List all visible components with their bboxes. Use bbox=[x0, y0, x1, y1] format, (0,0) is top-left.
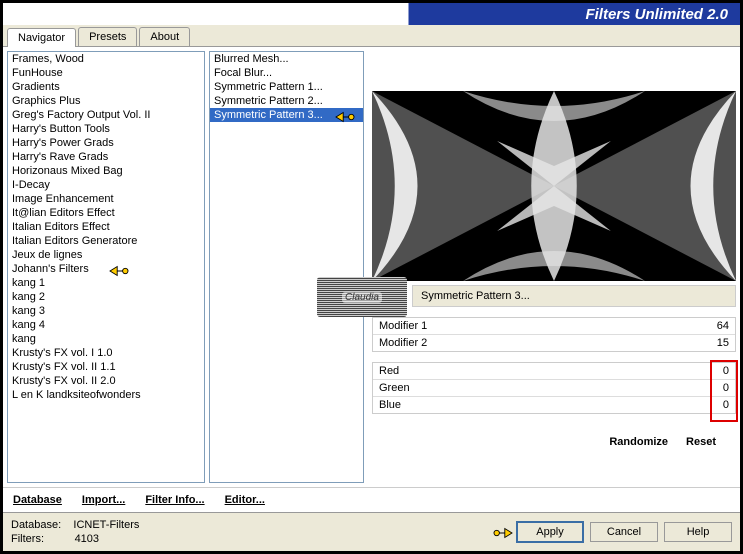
app-title: Filters Unlimited 2.0 bbox=[585, 6, 728, 23]
category-item[interactable]: L en K landksiteofwonders bbox=[8, 388, 204, 402]
param-green[interactable]: Green 0 bbox=[373, 380, 735, 397]
watermark-text: Claudia bbox=[342, 292, 382, 303]
category-item[interactable]: Italian Editors Effect bbox=[8, 220, 204, 234]
help-button[interactable]: Help bbox=[664, 522, 732, 542]
category-item[interactable]: kang 2 bbox=[8, 290, 204, 304]
bottom-toolbar: Database Import... Filter Info... Editor… bbox=[3, 487, 740, 512]
category-item[interactable]: Italian Editors Generatore bbox=[8, 234, 204, 248]
dialog-buttons: Apply Cancel Help bbox=[516, 521, 732, 543]
filter-item[interactable]: Blurred Mesh... bbox=[210, 52, 363, 66]
param-label: Modifier 1 bbox=[379, 320, 427, 332]
right-panel: Claudia Symmetric Pattern 3... Modifier … bbox=[368, 51, 736, 483]
filter-item[interactable]: Focal Blur... bbox=[210, 66, 363, 80]
color-group: Red 0 Green 0 Blue 0 bbox=[372, 362, 736, 414]
param-blue[interactable]: Blue 0 bbox=[373, 397, 735, 413]
title-bar: Filters Unlimited 2.0 bbox=[3, 3, 740, 25]
cancel-button[interactable]: Cancel bbox=[590, 522, 658, 542]
category-item[interactable]: Krusty's FX vol. II 1.1 bbox=[8, 360, 204, 374]
category-item[interactable]: Graphics Plus bbox=[8, 94, 204, 108]
preview-image bbox=[372, 91, 736, 281]
param-modifier-1[interactable]: Modifier 1 64 bbox=[373, 318, 735, 335]
highlight-box bbox=[710, 360, 738, 422]
category-list[interactable]: Frames, WoodFunHouseGradientsGraphics Pl… bbox=[7, 51, 205, 483]
status-db-value: ICNET-Filters bbox=[73, 519, 139, 531]
parameters-panel: Modifier 1 64 Modifier 2 15 Red 0 bbox=[372, 317, 736, 424]
category-item[interactable]: Jeux de lignes bbox=[8, 248, 204, 262]
pointer-icon bbox=[492, 524, 514, 542]
filter-name-box: Symmetric Pattern 3... bbox=[412, 285, 736, 307]
editor-link[interactable]: Editor... bbox=[225, 494, 265, 506]
filter-title-row: Claudia Symmetric Pattern 3... bbox=[372, 285, 736, 307]
category-item[interactable]: Image Enhancement bbox=[8, 192, 204, 206]
tab-navigator[interactable]: Navigator bbox=[7, 28, 76, 47]
param-label: Blue bbox=[379, 399, 401, 411]
category-item[interactable]: kang bbox=[8, 332, 204, 346]
param-buttons: Randomize Reset bbox=[372, 428, 736, 452]
status-filters-value: 4103 bbox=[75, 533, 99, 545]
database-link[interactable]: Database bbox=[13, 494, 62, 506]
category-item[interactable]: Greg's Factory Output Vol. II bbox=[8, 108, 204, 122]
filter-info-link[interactable]: Filter Info... bbox=[145, 494, 204, 506]
category-item[interactable]: Gradients bbox=[8, 80, 204, 94]
filters-unlimited-window: Filters Unlimited 2.0 Navigator Presets … bbox=[0, 0, 743, 554]
category-item[interactable]: Krusty's FX vol. II 2.0 bbox=[8, 374, 204, 388]
category-item[interactable]: Harry's Power Grads bbox=[8, 136, 204, 150]
category-item[interactable]: Horizonaus Mixed Bag bbox=[8, 164, 204, 178]
status-bar: Database: ICNET-Filters Filters: 4103 Ap… bbox=[3, 512, 740, 551]
param-value: 64 bbox=[717, 320, 729, 332]
category-item[interactable]: Krusty's FX vol. I 1.0 bbox=[8, 346, 204, 360]
tab-presets[interactable]: Presets bbox=[78, 27, 137, 46]
tab-about[interactable]: About bbox=[139, 27, 190, 46]
apply-button[interactable]: Apply bbox=[516, 521, 584, 543]
param-label: Green bbox=[379, 382, 410, 394]
pointer-icon bbox=[108, 262, 130, 280]
status-info: Database: ICNET-Filters Filters: 4103 bbox=[11, 519, 139, 545]
param-red[interactable]: Red 0 bbox=[373, 363, 735, 380]
filter-item[interactable]: Symmetric Pattern 3... bbox=[210, 108, 363, 122]
filter-item[interactable]: Symmetric Pattern 2... bbox=[210, 94, 363, 108]
category-item[interactable]: kang 3 bbox=[8, 304, 204, 318]
modifier-group: Modifier 1 64 Modifier 2 15 bbox=[372, 317, 736, 352]
reset-button[interactable]: Reset bbox=[686, 436, 716, 448]
import-link[interactable]: Import... bbox=[82, 494, 125, 506]
status-filters-label: Filters: bbox=[11, 533, 44, 545]
category-item[interactable]: Harry's Button Tools bbox=[8, 122, 204, 136]
watermark-badge: Claudia bbox=[317, 277, 407, 317]
main-content: Frames, WoodFunHouseGradientsGraphics Pl… bbox=[3, 47, 740, 487]
param-label: Red bbox=[379, 365, 399, 377]
tab-bar: Navigator Presets About bbox=[3, 25, 740, 47]
status-db-label: Database: bbox=[11, 519, 61, 531]
category-item[interactable]: I-Decay bbox=[8, 178, 204, 192]
category-item[interactable]: kang 1 bbox=[8, 276, 204, 290]
category-item[interactable]: Frames, Wood bbox=[8, 52, 204, 66]
category-item[interactable]: Johann's Filters bbox=[8, 262, 204, 276]
param-modifier-2[interactable]: Modifier 2 15 bbox=[373, 335, 735, 351]
category-item[interactable]: It@lian Editors Effect bbox=[8, 206, 204, 220]
category-item[interactable]: Harry's Rave Grads bbox=[8, 150, 204, 164]
param-value: 15 bbox=[717, 337, 729, 349]
category-item[interactable]: FunHouse bbox=[8, 66, 204, 80]
filter-name: Symmetric Pattern 3... bbox=[421, 290, 530, 302]
pointer-icon bbox=[334, 108, 356, 126]
param-label: Modifier 2 bbox=[379, 337, 427, 349]
randomize-button[interactable]: Randomize bbox=[609, 436, 668, 448]
category-item[interactable]: kang 4 bbox=[8, 318, 204, 332]
filter-list[interactable]: Blurred Mesh...Focal Blur...Symmetric Pa… bbox=[209, 51, 364, 483]
filter-item[interactable]: Symmetric Pattern 1... bbox=[210, 80, 363, 94]
